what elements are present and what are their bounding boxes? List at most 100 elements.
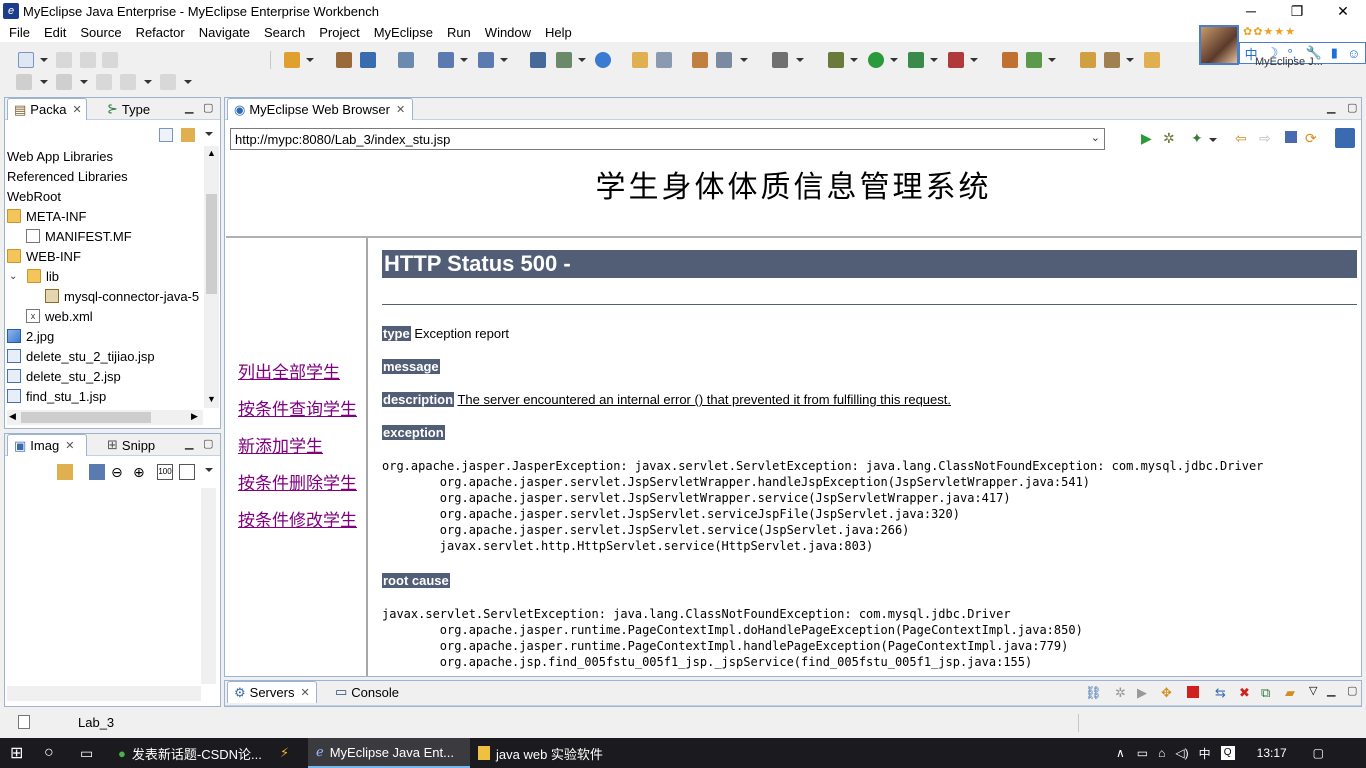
ime-avatar[interactable] [1199,25,1239,65]
debug-dropdown-icon[interactable] [850,58,858,62]
scroll-up-icon[interactable]: ▲ [207,148,216,158]
tab-snippets[interactable]: ⊞ Snipp [101,434,161,456]
menu-navigate[interactable]: Navigate [192,25,257,40]
browser-refresh-icon[interactable]: ⟳ [1305,130,1317,147]
tree-horizontal-scrollbar[interactable]: ◀ ▶ [7,410,203,425]
refresh-icon[interactable] [1026,52,1042,68]
copy-icon[interactable] [656,52,672,68]
tray-expand-icon[interactable]: ∧ [1116,746,1125,760]
web-icon[interactable] [716,52,732,68]
minimize-view-icon[interactable]: ▁ [185,437,193,450]
web-dropdown-icon[interactable] [740,58,748,62]
link-list-all-students[interactable]: 列出全部学生 [238,358,357,395]
wizard-icon[interactable] [438,52,454,68]
maximize-view-icon[interactable]: ▢ [1347,684,1357,697]
favorites-dropdown-icon[interactable] [1209,138,1217,142]
save-icon[interactable] [56,52,72,68]
link-delete-students[interactable]: 按条件删除学生 [238,469,357,506]
action-center-icon[interactable]: ▢ [1313,746,1324,760]
image-fit-icon[interactable] [89,464,105,480]
menu-edit[interactable]: Edit [37,25,73,40]
expand-chevron-icon[interactable]: ⌄ [9,271,19,282]
close-tab-icon[interactable]: ✕ [396,103,405,116]
view-menu-icon[interactable] [205,468,213,472]
tree-item[interactable]: delete_stu_2_tijiao.jsp [7,346,203,366]
tree-item[interactable]: delete_stu_2.jsp [7,366,203,386]
scroll-down-icon[interactable]: ▼ [207,394,216,404]
wizard2-dropdown-icon[interactable] [500,58,508,62]
maximize-view-icon[interactable]: ▢ [203,101,213,114]
menu-myeclipse[interactable]: MyEclipse [367,25,440,40]
link-icon[interactable] [57,464,73,480]
annotation-icon[interactable] [16,74,32,90]
taskbar-item-myeclipse[interactable]: ℯ MyEclipse Java Ent... [308,738,470,768]
server-profile-icon[interactable]: ✥ [1161,685,1172,701]
server-open-icon[interactable]: ▰ [1285,685,1295,701]
link-query-students[interactable]: 按条件查询学生 [238,395,357,432]
tree-item[interactable]: META-INF [7,206,203,226]
zoom-in-icon[interactable]: ⊕ [133,464,145,481]
server-stop-icon[interactable] [1187,686,1199,698]
tree-item[interactable]: Web App Libraries [7,146,203,166]
task-view-icon[interactable]: ▭ [72,738,101,768]
ejb-icon[interactable] [336,52,352,68]
back-dropdown-icon[interactable] [144,80,152,84]
camera-dropdown-icon[interactable] [796,58,804,62]
tree-item[interactable]: WebRoot [7,186,203,206]
server-publish-icon[interactable]: ⇆ [1215,685,1226,701]
last-edit-dropdown-icon[interactable] [80,80,88,84]
actual-size-icon[interactable]: 100 [157,464,173,480]
tree-item[interactable]: x web.xml [7,306,203,326]
tree-item[interactable]: ⌄ lib [7,266,203,286]
ime-softkeyboard-icon[interactable]: ▮ [1331,45,1338,61]
clock-time[interactable]: 13:17 [1257,746,1287,760]
close-tab-icon[interactable]: ✕ [300,686,309,699]
tree-item[interactable]: WEB-INF [7,246,203,266]
menu-refactor[interactable]: Refactor [129,25,192,40]
open-perspective-icon[interactable] [1144,52,1160,68]
browser-back-icon[interactable]: ⇦ [1235,130,1247,147]
open-type-icon[interactable] [284,52,300,68]
view-menu-icon[interactable]: ▽ [1309,684,1317,697]
open-folder-icon[interactable] [632,52,648,68]
image-horizontal-scrollbar[interactable] [7,686,201,701]
debug-icon[interactable] [828,52,844,68]
menu-window[interactable]: Window [478,25,538,40]
link-add-student[interactable]: 新添加学生 [238,432,357,469]
tray-ime-indicator[interactable]: 中 [1199,745,1211,762]
menu-file[interactable]: File [2,25,37,40]
package-icon[interactable] [1002,52,1018,68]
go-icon[interactable]: ▶ [1141,130,1152,147]
fit-window-icon[interactable] [179,464,195,480]
tab-type-hierarchy[interactable]: ⊱ Type [101,98,156,120]
close-button[interactable]: ✕ [1320,0,1366,22]
new-dropdown-icon[interactable] [40,58,48,62]
debug-page-icon[interactable]: ✲ [1163,130,1175,147]
search-tool-icon[interactable] [1104,52,1120,68]
zoom-out-icon[interactable]: ⊖ [111,464,123,481]
back-history-icon[interactable] [96,74,112,90]
tree-item[interactable]: find_stu_1.jsp [7,386,203,406]
tab-servers[interactable]: ⚙ Servers ✕ [227,681,317,703]
save-all-icon[interactable] [80,52,96,68]
url-input[interactable]: http://mypc:8080/Lab_3/index_stu.jsp ⌄ [230,128,1105,150]
external-tools-dropdown-icon[interactable] [970,58,978,62]
server-remove-icon[interactable]: ✖ [1239,685,1250,701]
view-menu-icon[interactable] [205,132,213,136]
start-button-icon[interactable]: ⊞ [2,738,31,768]
open-project-icon[interactable] [1080,52,1096,68]
maximize-view-icon[interactable]: ▢ [203,437,213,450]
tab-image-viewer[interactable]: ▣ Imag ✕ [7,434,87,456]
open-type-dropdown-icon[interactable] [306,58,314,62]
menu-source[interactable]: Source [73,25,128,40]
external-tools-icon[interactable] [948,52,964,68]
scrollbar-thumb[interactable] [206,194,217,294]
restore-button[interactable]: ❐ [1274,0,1320,22]
forward-icon[interactable] [160,74,176,90]
menu-run[interactable]: Run [440,25,478,40]
annotation-dropdown-icon[interactable] [40,80,48,84]
tray-network-icon[interactable]: ⌂ [1158,746,1165,760]
server-browse-icon[interactable]: ⧉ [1261,685,1270,701]
minimize-button[interactable]: ─ [1228,0,1274,22]
image-vertical-scrollbar[interactable] [201,488,216,684]
